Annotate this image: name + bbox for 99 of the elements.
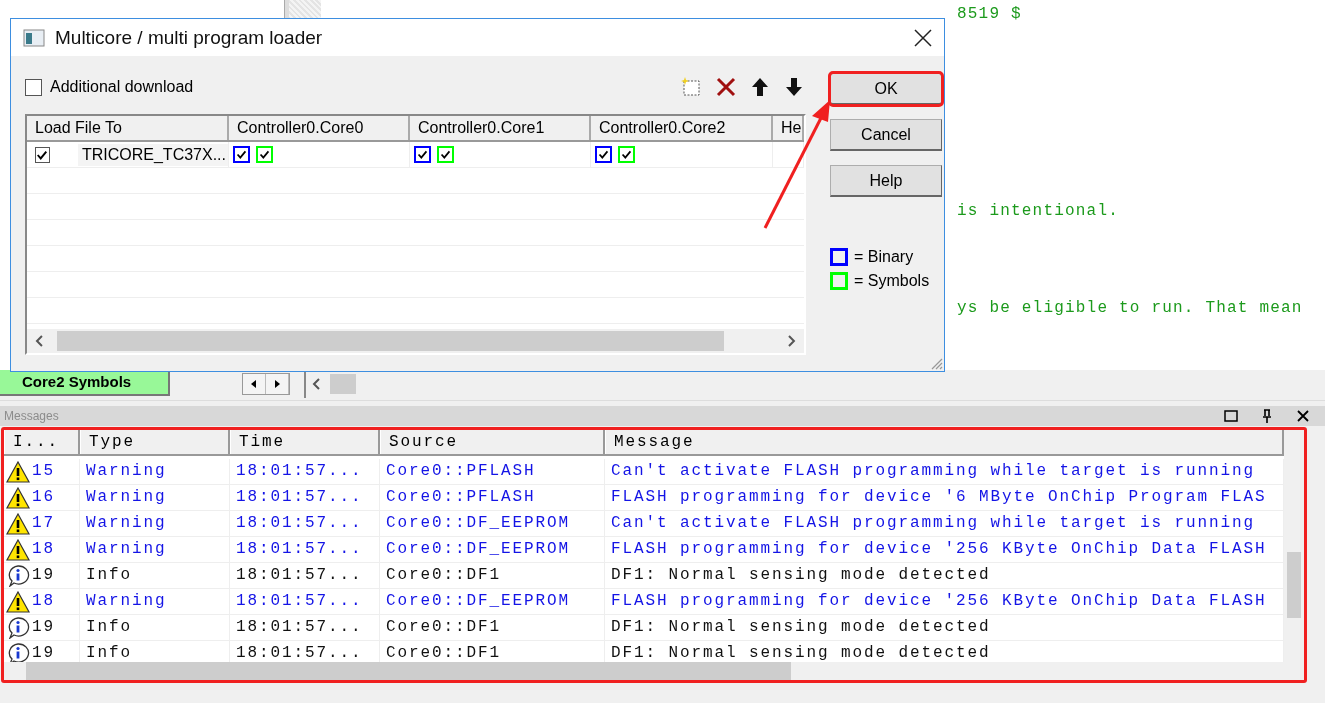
message-source: Core0::PFLASH	[386, 461, 536, 482]
checkmark-icon	[259, 149, 270, 160]
code-line: ys be eligible to run. That mean	[957, 298, 1303, 319]
chevron-left-icon[interactable]	[312, 378, 322, 390]
column-header[interactable]: Load File To	[27, 116, 229, 140]
message-text: DF1: Normal sensing mode detected	[611, 643, 991, 662]
scrollbar-thumb[interactable]	[330, 374, 356, 394]
message-type: Info	[86, 643, 132, 662]
legend-label: = Symbols	[854, 272, 930, 290]
checkbox[interactable]	[25, 78, 42, 96]
binary-checkbox[interactable]	[414, 146, 431, 163]
symbols-checkbox[interactable]	[437, 146, 454, 163]
message-source: Core0::DF_EEPROM	[386, 591, 571, 612]
message-id: 18	[32, 591, 55, 612]
window-title: Multicore / multi program loader	[55, 26, 324, 49]
checkmark-icon	[621, 149, 632, 160]
message-text: FLASH programming for device '256 KByte OnChip Data FLASH	[611, 591, 1267, 612]
column-header[interactable]: I...	[4, 430, 80, 454]
message-source: Core0::DF_EEPROM	[386, 539, 571, 560]
chevron-right-icon[interactable]	[786, 335, 796, 347]
message-id: 19	[32, 617, 55, 638]
column-header[interactable]: He	[773, 116, 804, 140]
message-time: 18:01:57...	[236, 487, 363, 508]
message-type: Warning	[86, 513, 167, 534]
message-text: FLASH programming for device '6 MByte OnChip Program FLAS	[611, 487, 1267, 508]
scroll-right-icon[interactable]	[266, 374, 289, 394]
checkmark-icon	[36, 148, 49, 161]
warning-icon	[6, 590, 30, 613]
scrollbar[interactable]	[1284, 430, 1304, 662]
checkmark-icon	[440, 149, 451, 160]
message-time: 18:01:57...	[236, 461, 363, 482]
scrollbar-thumb[interactable]	[26, 662, 791, 680]
message-source: Core0::DF1	[386, 617, 501, 638]
maximize-icon[interactable]	[1223, 409, 1239, 423]
checkmark-icon	[598, 149, 609, 160]
message-time: 18:01:57...	[236, 539, 363, 560]
warning-icon	[6, 486, 30, 509]
checkbox[interactable]	[35, 146, 50, 163]
checkmark-icon	[236, 149, 247, 160]
message-time: 18:01:57...	[236, 643, 363, 662]
column-header[interactable]: Time	[230, 430, 380, 454]
scrollbar-thumb[interactable]	[56, 331, 725, 351]
message-id: 15	[32, 461, 55, 482]
scroll-left-icon[interactable]	[243, 374, 266, 394]
close-icon[interactable]	[1295, 409, 1311, 423]
close-icon[interactable]	[914, 28, 932, 47]
message-id: 19	[32, 643, 55, 662]
message-type: Warning	[86, 539, 167, 560]
checkmark-icon	[417, 149, 428, 160]
resize-grip-icon[interactable]	[929, 356, 943, 370]
symbols-checkbox[interactable]	[618, 146, 635, 163]
message-type: Warning	[86, 487, 167, 508]
file-name: TRICORE_TC37X...	[77, 143, 228, 166]
message-time: 18:01:57...	[236, 513, 363, 534]
column-header[interactable]: Source	[380, 430, 605, 454]
panel-title: Messages	[4, 409, 60, 423]
warning-icon	[6, 512, 30, 535]
delete-icon[interactable]	[714, 75, 738, 99]
message-time: 18:01:57...	[236, 565, 363, 586]
column-header[interactable]: Controller0.Core1	[410, 116, 591, 140]
message-time: 18:01:57...	[236, 591, 363, 612]
message-id: 16	[32, 487, 55, 508]
sheet-tab[interactable]: Core2 Symbols	[0, 370, 170, 396]
scrollbar-thumb[interactable]	[1287, 552, 1301, 618]
message-text: FLASH programming for device '256 KByte OnChip Data FLASH	[611, 539, 1267, 560]
chevron-left-icon[interactable]	[35, 335, 45, 347]
binary-checkbox[interactable]	[595, 146, 612, 163]
message-type: Warning	[86, 461, 167, 482]
column-header[interactable]: Controller0.Core0	[229, 116, 410, 140]
message-text: Can't activate FLASH programming while target is running	[611, 513, 1256, 534]
checkbox-label: Additional download	[50, 78, 195, 96]
code-line: is intentional.	[957, 201, 1120, 222]
message-source: Core0::DF1	[386, 643, 501, 662]
scrollbar[interactable]	[27, 329, 804, 353]
message-text: DF1: Normal sensing mode detected	[611, 565, 991, 586]
column-header[interactable]: Type	[80, 430, 230, 454]
window-icon	[23, 28, 45, 47]
legend-label: = Binary	[854, 248, 914, 266]
message-id: 18	[32, 539, 55, 560]
message-source: Core0::DF_EEPROM	[386, 513, 571, 534]
column-header[interactable]: Controller0.Core2	[591, 116, 773, 140]
message-type: Info	[86, 617, 132, 638]
message-text: Can't activate FLASH programming while target is running	[611, 461, 1256, 482]
binary-checkbox[interactable]	[233, 146, 250, 163]
symbols-checkbox[interactable]	[256, 146, 273, 163]
message-type: Warning	[86, 591, 167, 612]
dialog-button[interactable]: Cancel	[830, 119, 942, 151]
message-id: 17	[32, 513, 55, 534]
dialog-button[interactable]: OK	[830, 73, 942, 105]
warning-icon	[6, 460, 30, 483]
message-id: 19	[32, 565, 55, 586]
dialog-button[interactable]: Help	[830, 165, 942, 197]
code-line: 8519 $	[957, 4, 1022, 25]
message-type: Info	[86, 565, 132, 586]
message-source: Core0::DF1	[386, 565, 501, 586]
warning-icon	[6, 538, 30, 561]
message-text: DF1: Normal sensing mode detected	[611, 617, 991, 638]
message-time: 18:01:57...	[236, 617, 363, 638]
message-source: Core0::PFLASH	[386, 487, 536, 508]
